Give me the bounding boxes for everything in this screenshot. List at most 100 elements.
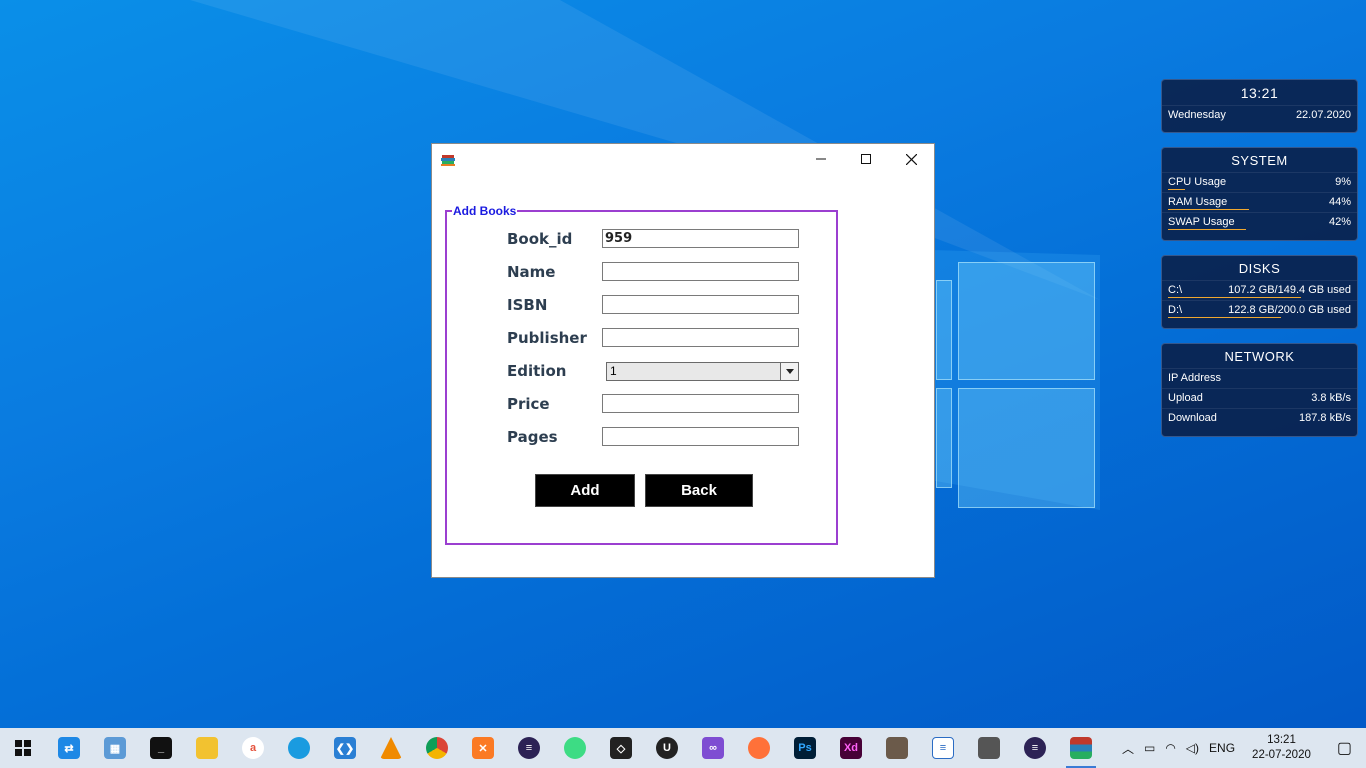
edition-selected-value: 1 [610, 364, 617, 378]
name-label: Name [507, 263, 556, 281]
taskbar-app[interactable]: ⇄ [46, 728, 92, 768]
close-button[interactable] [888, 144, 934, 174]
wallpaper-logo-pane [936, 388, 952, 488]
taskbar-clock[interactable]: 13:21 22-07-2020 [1240, 733, 1323, 763]
edition-label: Edition [507, 362, 567, 380]
command-prompt-icon: _ [150, 737, 172, 759]
usage-bar [1168, 229, 1246, 230]
widget-row-value: 187.8 kB/s [1299, 412, 1351, 424]
chevron-down-icon [786, 369, 794, 374]
wifi-icon[interactable]: ◠ [1160, 741, 1180, 755]
widget-row-value: 122.8 GB/200.0 GB used [1228, 304, 1351, 316]
taskbar-app[interactable]: ▦ [92, 728, 138, 768]
taskbar-app[interactable]: ≡ [506, 728, 552, 768]
widget-row-label: C:\ [1168, 284, 1183, 296]
clock-widget: 13:21 Wednesday 22.07.2020 [1161, 79, 1358, 133]
windows-start-icon [15, 740, 31, 756]
widget-row: CPU Usage 9% [1162, 172, 1357, 192]
usage-bar [1168, 189, 1185, 190]
xampp-icon: ✕ [472, 737, 494, 759]
chevron-up-icon[interactable]: ︿ [1117, 740, 1139, 757]
taskbar-app[interactable]: ✕ [460, 728, 506, 768]
battery-icon[interactable]: ▭ [1139, 741, 1160, 755]
clock-time: 13:21 [1267, 734, 1296, 746]
clock-date: 22-07-2020 [1252, 749, 1311, 761]
widget-row-value: 3.8 kB/s [1311, 392, 1351, 404]
scanner-icon [978, 737, 1000, 759]
widget-row-value: 44% [1328, 196, 1351, 208]
taskbar-app[interactable]: Ps [782, 728, 828, 768]
taskbar-app[interactable]: a [230, 728, 276, 768]
language-indicator[interactable]: ENG [1204, 741, 1240, 755]
taskbar-app[interactable] [368, 728, 414, 768]
taskbar-app[interactable] [184, 728, 230, 768]
widget-row-label: IP Address [1168, 372, 1221, 384]
widget-date: 22.07.2020 [1295, 109, 1351, 121]
minimize-button[interactable] [798, 144, 844, 174]
back-button[interactable]: Back [645, 474, 753, 507]
edition-select[interactable]: 1 [606, 362, 799, 381]
widget-time: 13:21 [1240, 85, 1279, 101]
taskbar-app[interactable]: ≡ [920, 728, 966, 768]
taskbar-app[interactable]: _ [138, 728, 184, 768]
edge-icon [288, 737, 310, 759]
pages-label: Pages [507, 428, 558, 446]
book-id-input[interactable]: 959 [602, 229, 799, 248]
price-input[interactable] [602, 394, 799, 413]
widget-title: SYSTEM [1231, 153, 1288, 168]
add-books-group: Add Books Book_id 959 Name ISBN Publishe… [445, 204, 838, 545]
maximize-button[interactable] [843, 144, 889, 174]
notification-icon[interactable]: ▢ [1323, 738, 1366, 758]
widget-title: DISKS [1238, 261, 1281, 276]
wallpaper-logo-pane [936, 280, 952, 380]
name-input[interactable] [602, 262, 799, 281]
control-panel-icon: ▦ [104, 737, 126, 759]
start-button[interactable] [0, 728, 46, 768]
taskbar-app[interactable] [736, 728, 782, 768]
app-a-icon: a [242, 737, 264, 759]
add-books-window: Add Books Book_id 959 Name ISBN Publishe… [431, 143, 935, 578]
close-icon [905, 153, 917, 165]
eclipse-icon: ≡ [518, 737, 540, 759]
disks-widget: DISKS C:\ 107.2 GB/149.4 GB used D:\ 122… [1161, 255, 1358, 329]
isbn-label: ISBN [507, 296, 548, 314]
taskbar-app[interactable]: ∞ [690, 728, 736, 768]
vlc-icon [380, 737, 402, 759]
taskbar-app[interactable]: Xd [828, 728, 874, 768]
pages-input[interactable] [602, 427, 799, 446]
group-title: Add Books [452, 204, 518, 218]
eclipse-icon: ≡ [1024, 737, 1046, 759]
taskbar-app[interactable]: U [644, 728, 690, 768]
taskbar-app[interactable] [874, 728, 920, 768]
widget-row-label: Download [1168, 412, 1217, 424]
add-button[interactable]: Add [535, 474, 635, 507]
gimp-icon [886, 737, 908, 759]
widget-title: NETWORK [1224, 349, 1295, 364]
taskbar-app[interactable]: ◇ [598, 728, 644, 768]
file-explorer-icon [196, 737, 218, 759]
taskbar: ⇄ ▦ _ a ❮❯ ✕ ≡ ◇ U ∞ Ps Xd ≡ ≡ ︿ ▭ ◠ ◁) … [0, 728, 1366, 768]
taskbar-app[interactable] [966, 728, 1012, 768]
widget-day: Wednesday [1168, 109, 1226, 121]
publisher-input[interactable] [602, 328, 799, 347]
taskbar-app[interactable] [276, 728, 322, 768]
taskbar-app[interactable] [414, 728, 460, 768]
system-tray: ︿ ▭ ◠ ◁) ENG 13:21 22-07-2020 ▢ [1117, 728, 1366, 768]
widget-row-label: RAM Usage [1168, 196, 1228, 208]
title-bar[interactable] [432, 144, 934, 174]
android-studio-icon [564, 737, 586, 759]
system-widget: SYSTEM CPU Usage 9% RAM Usage 44% SWAP U… [1161, 147, 1358, 241]
publisher-label: Publisher [507, 329, 587, 347]
firefox-icon [748, 737, 770, 759]
unity-icon: ◇ [610, 737, 632, 759]
wallpaper-logo-pane [958, 262, 1095, 380]
taskbar-app[interactable] [552, 728, 598, 768]
taskbar-app[interactable]: ❮❯ [322, 728, 368, 768]
widget-row: RAM Usage 44% [1162, 192, 1357, 212]
volume-icon[interactable]: ◁) [1181, 741, 1204, 755]
isbn-input[interactable] [602, 295, 799, 314]
widget-row: D:\ 122.8 GB/200.0 GB used [1162, 300, 1357, 320]
taskbar-app[interactable]: ≡ [1012, 728, 1058, 768]
taskbar-app-active[interactable] [1058, 728, 1104, 768]
dropdown-arrow-button[interactable] [780, 363, 798, 380]
